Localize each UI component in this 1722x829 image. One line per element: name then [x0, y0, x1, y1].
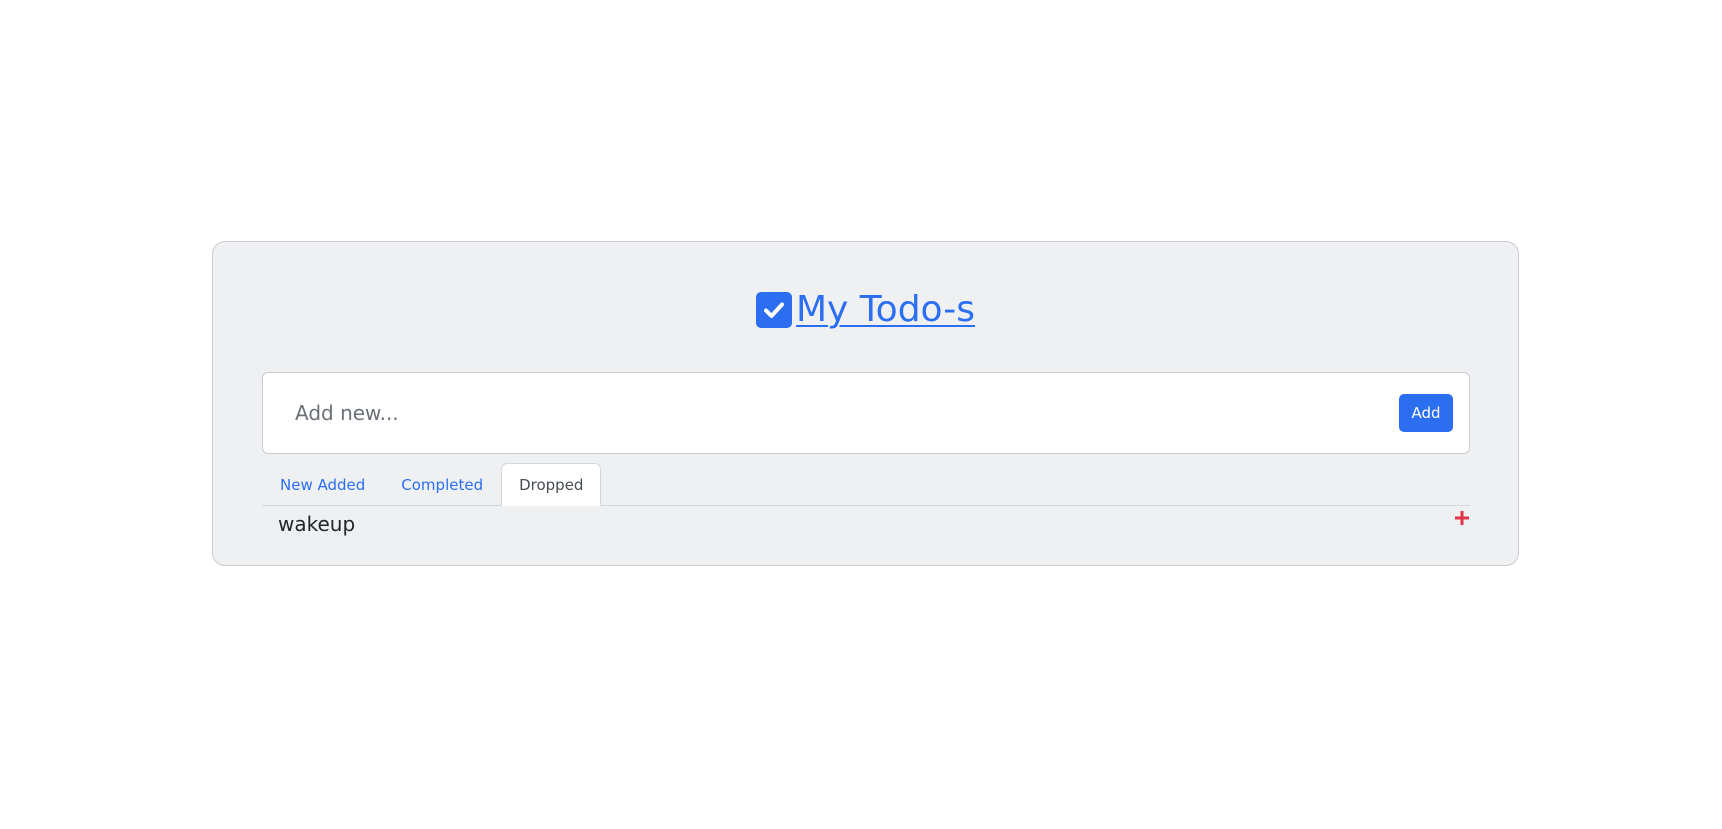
checkbox-checked-icon: [756, 292, 792, 328]
tab-new-added[interactable]: New Added: [262, 463, 383, 505]
todo-card: My Todo-s Add New Added Completed Droppe…: [212, 241, 1519, 566]
list-item: wakeup: [262, 506, 1470, 542]
header: My Todo-s: [213, 282, 1518, 338]
add-todo-form: Add: [262, 372, 1470, 454]
todo-text: wakeup: [278, 512, 356, 536]
tab-completed[interactable]: Completed: [383, 463, 501, 505]
page-title[interactable]: My Todo-s: [796, 292, 975, 328]
tab-bar: New Added Completed Dropped: [262, 463, 1470, 506]
add-button[interactable]: Add: [1399, 394, 1453, 432]
plus-icon[interactable]: [1454, 510, 1470, 526]
add-todo-input[interactable]: [277, 387, 1327, 439]
tab-dropped[interactable]: Dropped: [501, 463, 602, 506]
